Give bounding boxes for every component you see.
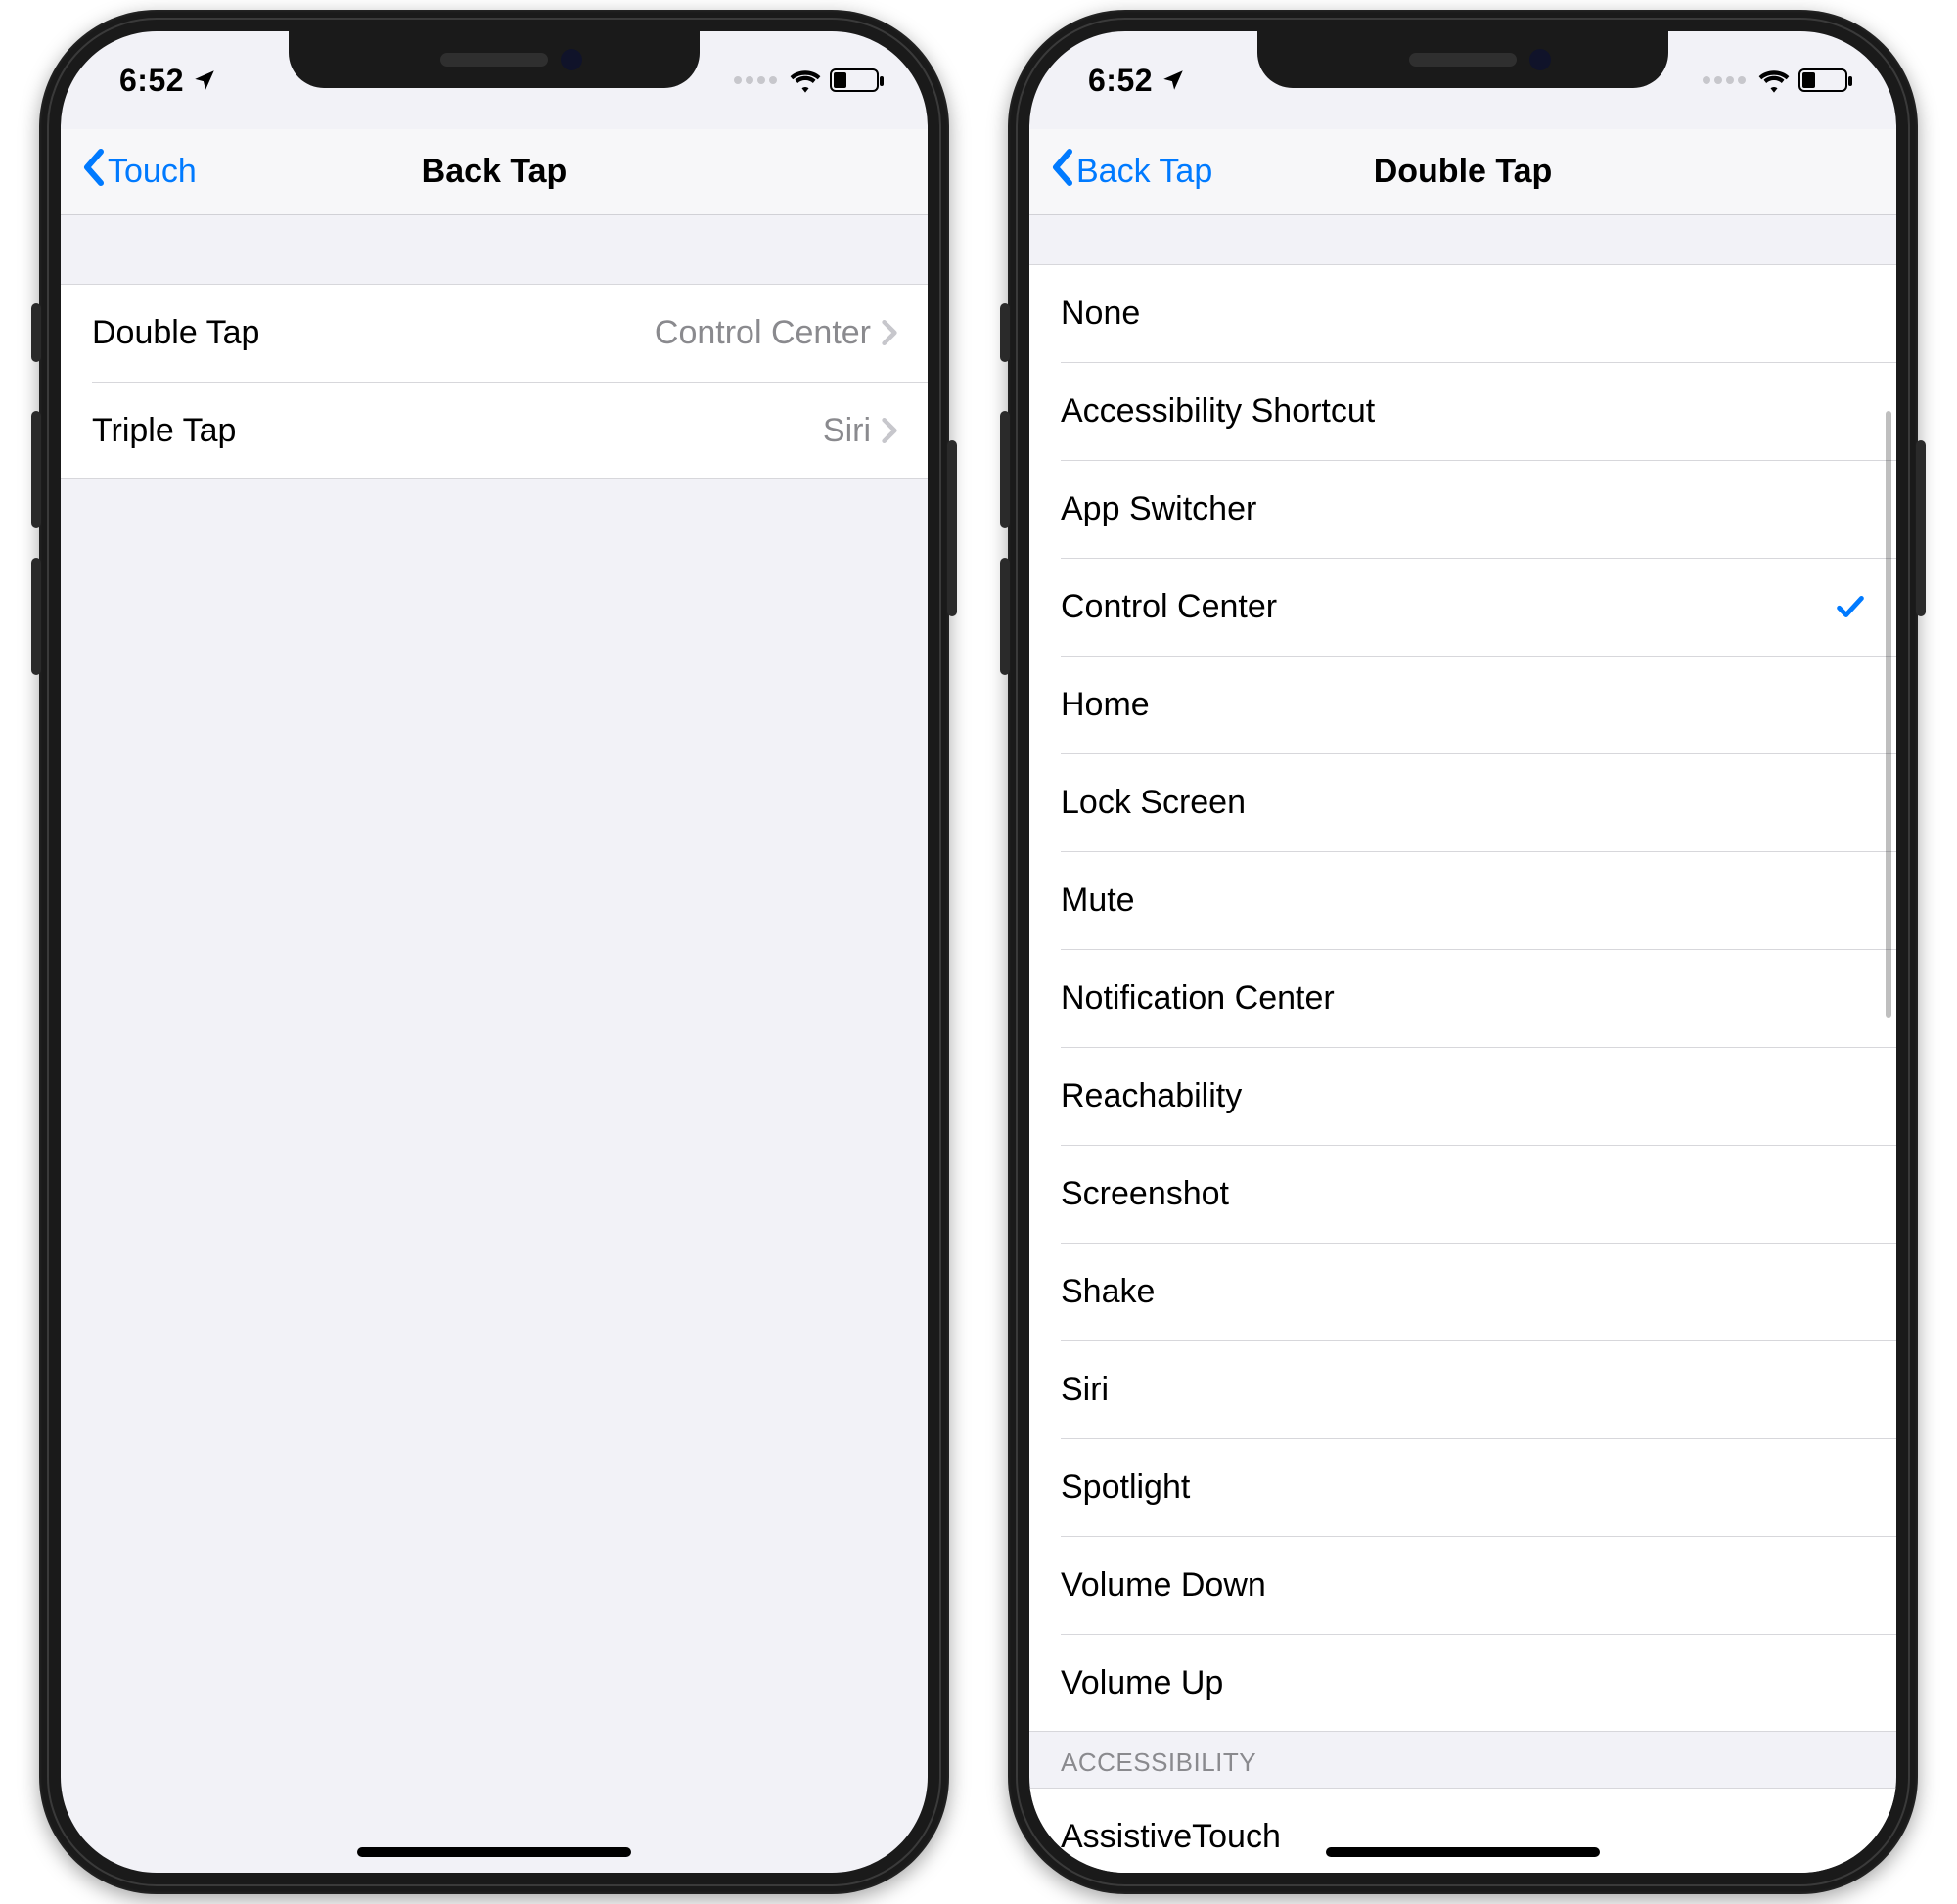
nav-bar: Touch Back Tap [61,129,928,215]
side-button[interactable] [1916,440,1926,616]
status-time: 6:52 [1088,63,1153,99]
row-label: Triple Tap [92,412,823,450]
option-notification-center[interactable]: Notification Center [1029,949,1896,1047]
row-double-tap[interactable]: Double Tap Control Center [61,284,928,382]
option-screenshot[interactable]: Screenshot [1029,1145,1896,1243]
option-label: Lock Screen [1061,784,1867,822]
paging-dots-icon [1703,76,1746,84]
option-label: Volume Down [1061,1566,1867,1605]
option-mute[interactable]: Mute [1029,851,1896,949]
option-none[interactable]: None [1029,264,1896,362]
row-value: Siri [823,412,871,450]
option-app-switcher[interactable]: App Switcher [1029,460,1896,558]
chevron-right-icon [881,318,898,347]
phone-doubletap: 6:52 [1008,10,1918,1894]
row-triple-tap[interactable]: Triple Tap Siri [61,382,928,479]
content: Double Tap Control Center Triple Tap Sir… [61,215,928,1873]
back-button[interactable]: Back Tap [1049,148,1212,196]
front-camera [561,49,582,70]
speaker-grill [440,53,548,67]
home-indicator[interactable] [357,1847,631,1857]
section-header-accessibility: Accessibility [1029,1732,1896,1788]
option-label: Volume Up [1061,1664,1867,1702]
back-label: Back Tap [1076,153,1212,191]
option-label: Accessibility Shortcut [1061,392,1867,431]
option-siri[interactable]: Siri [1029,1340,1896,1438]
home-indicator[interactable] [1326,1847,1600,1857]
option-spotlight[interactable]: Spotlight [1029,1438,1896,1536]
row-value: Control Center [655,314,871,352]
back-button[interactable]: Touch [80,148,197,196]
paging-dots-icon [734,76,777,84]
chevron-left-icon [80,148,106,196]
location-icon [192,68,217,93]
chevron-left-icon [1049,148,1074,196]
mute-switch[interactable] [1000,303,1010,362]
chevron-right-icon [881,416,898,445]
option-accessibility-shortcut[interactable]: Accessibility Shortcut [1029,362,1896,460]
back-label: Touch [108,153,197,191]
option-label: Shake [1061,1273,1867,1311]
option-label: Reachability [1061,1077,1867,1115]
option-lock-screen[interactable]: Lock Screen [1029,753,1896,851]
option-label: Home [1061,686,1867,724]
phone-backtap: 6:52 [39,10,949,1894]
option-label: Notification Center [1061,979,1867,1018]
volume-down-button[interactable] [31,558,41,675]
status-time: 6:52 [119,63,184,99]
front-camera [1529,49,1551,70]
checkmark-icon [1834,590,1867,623]
volume-down-button[interactable] [1000,558,1010,675]
row-label: Double Tap [92,314,655,352]
wifi-icon [1757,67,1791,94]
battery-icon [1798,68,1847,92]
volume-up-button[interactable] [31,411,41,528]
option-label: Screenshot [1061,1175,1867,1213]
battery-icon [830,68,879,92]
option-label: Control Center [1061,588,1834,626]
nav-bar: Back Tap Double Tap [1029,129,1896,215]
notch [1257,31,1668,88]
side-button[interactable] [947,440,957,616]
option-label: App Switcher [1061,490,1867,528]
option-home[interactable]: Home [1029,656,1896,753]
option-assistivetouch[interactable]: AssistiveTouch [1029,1788,1896,1873]
speaker-grill [1409,53,1517,67]
option-volume-down[interactable]: Volume Down [1029,1536,1896,1634]
location-icon [1161,68,1186,93]
scroll-indicator[interactable] [1886,411,1891,1018]
option-volume-up[interactable]: Volume Up [1029,1634,1896,1732]
option-reachability[interactable]: Reachability [1029,1047,1896,1145]
option-label: Siri [1061,1371,1867,1409]
option-control-center[interactable]: Control Center [1029,558,1896,656]
option-label: Spotlight [1061,1469,1867,1507]
content[interactable]: None Accessibility Shortcut App Switcher… [1029,215,1896,1873]
option-label: None [1061,295,1867,333]
wifi-icon [789,67,822,94]
notch [289,31,700,88]
mute-switch[interactable] [31,303,41,362]
volume-up-button[interactable] [1000,411,1010,528]
option-shake[interactable]: Shake [1029,1243,1896,1340]
option-label: Mute [1061,882,1867,920]
